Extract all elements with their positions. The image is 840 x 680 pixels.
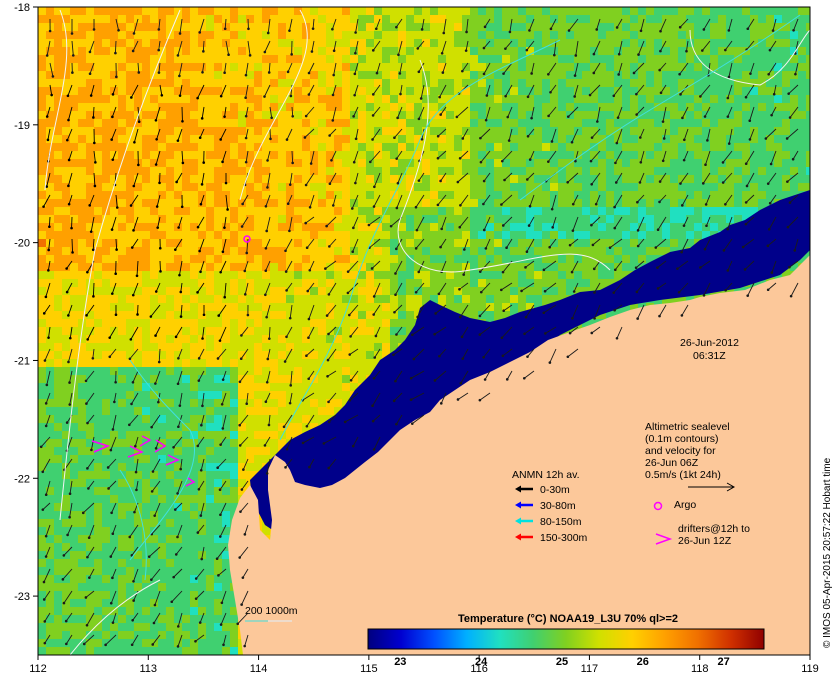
legend-item-label: 30-80m <box>540 500 576 512</box>
colorbar <box>367 628 765 650</box>
credit-text: © IMOS 05-Apr-2015 20:57:22 Hobart time <box>822 457 833 648</box>
legend-title: ANMN 12h av. <box>512 469 580 481</box>
sealevel-note-line4: 26-Jun 06Z <box>645 457 699 469</box>
lat-tick-label: -19 <box>14 120 30 132</box>
colorbar-tick-label: 25 <box>556 656 568 668</box>
sealevel-note-line2: (0.1m contours) <box>645 433 719 445</box>
lat-tick-label: -18 <box>14 2 30 14</box>
bathymetry-label: 200 1000m <box>245 605 298 617</box>
colorbar-tick-label: 27 <box>717 656 729 668</box>
sealevel-note-line5: 0.5m/s (1kt 24h) <box>645 469 721 481</box>
lat-tick-label: -21 <box>14 355 30 367</box>
legend-item-label: 80-150m <box>540 516 582 528</box>
colorbar-tick-label: 26 <box>637 656 649 668</box>
drifters-legend-line1: drifters@12h to <box>678 523 750 535</box>
lon-tick-label: 115 <box>360 663 378 675</box>
sealevel-note-line3: and velocity for <box>645 445 716 457</box>
lon-tick-label: 113 <box>140 663 158 675</box>
colorbar-tick-label: 23 <box>394 656 406 668</box>
lat-tick-label: -22 <box>14 473 30 485</box>
timestamp-date: 26-Jun-2012 <box>680 337 739 349</box>
lon-tick-label: 112 <box>29 663 47 675</box>
legend-item-label: 0-30m <box>540 484 570 496</box>
map-plot-area <box>38 7 810 655</box>
argo-legend-label: Argo <box>674 499 696 511</box>
lon-tick-label: 114 <box>250 663 268 675</box>
lon-tick-label: 118 <box>691 663 709 675</box>
lat-tick-label: -23 <box>14 591 30 603</box>
sealevel-note-line1: Altimetric sealevel <box>645 421 730 433</box>
drifters-legend-line2: 26-Jun 12Z <box>678 535 732 547</box>
sst-map: 112 113 114 115 116 117 118 119 -18-19-20-21-22… <box>14 2 833 675</box>
colorbar-ticks: 23 24 25 26 27 <box>394 656 730 668</box>
timestamp-time: 06:31Z <box>693 350 726 362</box>
lat-tick-label: -20 <box>14 238 30 250</box>
colorbar-title: Temperature (°C) NOAA19_L3U 70% ql>=2 <box>458 613 678 625</box>
longitude-axis: 112 113 114 115 116 117 118 119 <box>29 655 819 675</box>
latitude-axis: -18 -19 -20 -21 -22 -23 <box>14 2 38 603</box>
colorbar-tick-label: 24 <box>475 656 488 668</box>
lon-tick-label: 117 <box>581 663 599 675</box>
legend-item-label: 150-300m <box>540 532 588 544</box>
lon-tick-label: 119 <box>801 663 819 675</box>
